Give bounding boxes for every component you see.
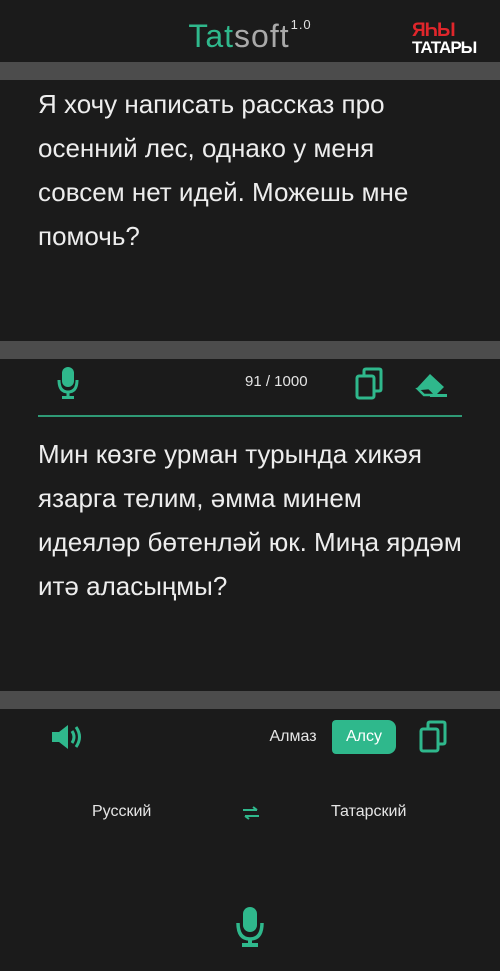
character-counter: 91 / 1000: [245, 373, 308, 390]
eraser-icon[interactable]: [414, 370, 450, 398]
voice-option-almaz[interactable]: Алмаз: [258, 720, 328, 754]
translation-output: Мин көзге урман турында хикәя язарга тел…: [38, 439, 462, 601]
target-language-selector[interactable]: Татарский: [331, 803, 406, 821]
copy-icon[interactable]: [354, 367, 384, 401]
microphone-icon[interactable]: [236, 906, 264, 948]
voice-option-alsu[interactable]: Алсу: [332, 720, 396, 754]
separator-band: [0, 341, 500, 359]
separator-band: [0, 691, 500, 709]
app-header: Tatsoft1.0 ЯҺЫ ТАТАРЫ: [0, 0, 500, 62]
microphone-icon[interactable]: [57, 366, 79, 400]
separator-band: [0, 62, 500, 80]
source-text-input[interactable]: Я хочу написать рассказ про осенний лес,…: [38, 82, 468, 258]
partner-logo: ЯҺЫ ТАТАРЫ: [412, 20, 477, 57]
divider: [38, 415, 462, 417]
source-language-selector[interactable]: Русский: [92, 803, 151, 821]
speaker-icon[interactable]: [50, 722, 88, 752]
copy-icon[interactable]: [418, 720, 448, 754]
swap-arrows-icon[interactable]: [241, 806, 261, 820]
